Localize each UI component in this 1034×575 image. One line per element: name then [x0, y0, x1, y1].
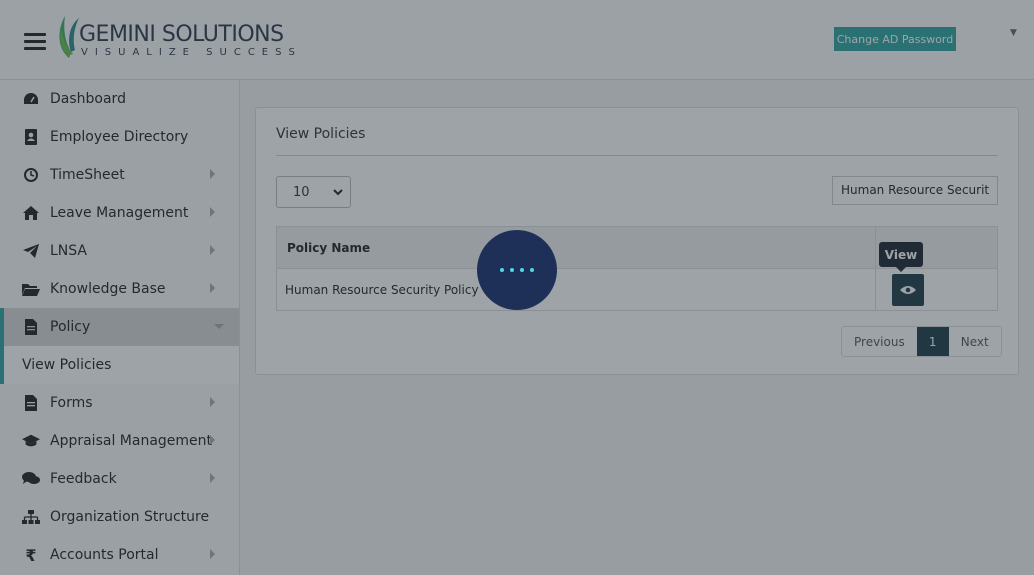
chevron-down-icon	[333, 189, 343, 196]
chevron-right-icon	[210, 245, 215, 255]
sitemap-icon	[22, 508, 40, 526]
sidebar-item-label: Dashboard	[50, 91, 126, 107]
hamburger-menu-icon[interactable]	[24, 33, 46, 51]
rupee-icon: ₹	[25, 545, 37, 565]
sidebar-item-label: Organization Structure	[50, 509, 210, 525]
loader-dot	[530, 268, 534, 272]
title-divider	[276, 155, 998, 156]
chevron-right-icon	[210, 283, 215, 293]
logo-tagline: VISUALIZE SUCCESS	[81, 47, 302, 58]
page-size-value: 10	[293, 184, 310, 200]
graduation-cap-icon	[22, 432, 40, 450]
sidebar-item-accounts-portal[interactable]: ₹ Accounts Portal	[0, 536, 239, 574]
sidebar-item-timesheet[interactable]: TimeSheet	[0, 156, 239, 194]
next-page-button[interactable]: Next	[948, 327, 1001, 356]
policies-table: Policy Name Human Resource Security Poli…	[276, 226, 998, 311]
sidebar-item-label: Policy	[50, 319, 91, 335]
loader-dot	[500, 268, 504, 272]
sidebar-item-label: Feedback	[50, 471, 117, 487]
column-header-policy-name[interactable]: Policy Name	[276, 226, 876, 269]
sidebar-item-label: Appraisal Management	[50, 433, 213, 449]
logo-title: GEMINI SOLUTIONS	[79, 22, 284, 47]
paper-plane-icon	[22, 242, 40, 260]
file-text-icon	[22, 394, 40, 412]
current-page-button[interactable]: 1	[916, 327, 949, 356]
chevron-right-icon	[210, 473, 215, 483]
loading-spinner-icon	[477, 230, 557, 310]
sidebar-item-knowledge-base[interactable]: Knowledge Base	[0, 270, 239, 308]
clock-icon	[22, 166, 40, 184]
chevron-right-icon	[210, 207, 215, 217]
table-row: Human Resource Security Policy	[276, 268, 998, 311]
loader-dot	[510, 268, 514, 272]
policy-name-cell: Human Resource Security Policy	[276, 268, 876, 311]
address-book-icon	[22, 128, 40, 146]
folder-open-icon	[22, 280, 40, 298]
view-policies-card: View Policies 10 Human Resource Securit …	[255, 107, 1019, 375]
sidebar-item-leave-management[interactable]: Leave Management	[0, 194, 239, 232]
change-ad-password-button[interactable]: Change AD Password	[834, 27, 956, 51]
sidebar-item-label: Forms	[50, 395, 93, 411]
sidebar-item-label: Employee Directory	[50, 129, 189, 145]
sidebar: Dashboard Employee Directory TimeSheet L…	[0, 80, 240, 575]
sidebar-subitem-view-policies[interactable]: View Policies	[0, 346, 239, 384]
page-size-select[interactable]: 10	[276, 176, 351, 208]
eye-icon	[900, 285, 916, 294]
actions-cell	[875, 268, 998, 311]
sidebar-item-label: TimeSheet	[50, 167, 125, 183]
sidebar-item-label: Accounts Portal	[50, 547, 159, 563]
sidebar-item-organization-structure[interactable]: Organization Structure	[0, 498, 239, 536]
previous-page-button[interactable]: Previous	[842, 327, 917, 356]
view-tooltip: View	[879, 242, 923, 272]
company-logo[interactable]: GEMINI SOLUTIONS VISUALIZE SUCCESS	[55, 14, 295, 62]
sidebar-item-dashboard[interactable]: Dashboard	[0, 80, 239, 118]
chevron-right-icon	[210, 435, 215, 445]
chevron-down-icon	[214, 324, 224, 329]
sidebar-item-appraisal-management[interactable]: Appraisal Management	[0, 422, 239, 460]
chevron-right-icon	[210, 169, 215, 179]
chevron-right-icon	[210, 397, 215, 407]
file-text-icon	[22, 318, 40, 336]
view-policy-button[interactable]	[892, 273, 924, 306]
sidebar-item-label: LNSA	[50, 243, 87, 259]
home-icon	[22, 204, 40, 222]
sidebar-item-lnsa[interactable]: LNSA	[0, 232, 239, 270]
comments-icon	[22, 470, 40, 488]
sidebar-item-label: Knowledge Base	[50, 281, 166, 297]
loader-dot	[520, 268, 524, 272]
sidebar-item-policy[interactable]: Policy	[0, 308, 239, 346]
chevron-right-icon	[210, 549, 215, 559]
sidebar-item-feedback[interactable]: Feedback	[0, 460, 239, 498]
pagination: Previous 1 Next	[841, 326, 1002, 357]
user-menu-chevron-down-icon[interactable]: ▼	[1010, 28, 1017, 38]
top-header: GEMINI SOLUTIONS VISUALIZE SUCCESS Chang…	[0, 0, 1034, 80]
sidebar-item-employee-directory[interactable]: Employee Directory	[0, 118, 239, 156]
search-input[interactable]: Human Resource Securit	[832, 176, 998, 205]
page-title: View Policies	[276, 126, 366, 142]
dashboard-icon	[22, 90, 40, 108]
sidebar-item-forms[interactable]: Forms	[0, 384, 239, 422]
sidebar-item-label: Leave Management	[50, 205, 189, 221]
